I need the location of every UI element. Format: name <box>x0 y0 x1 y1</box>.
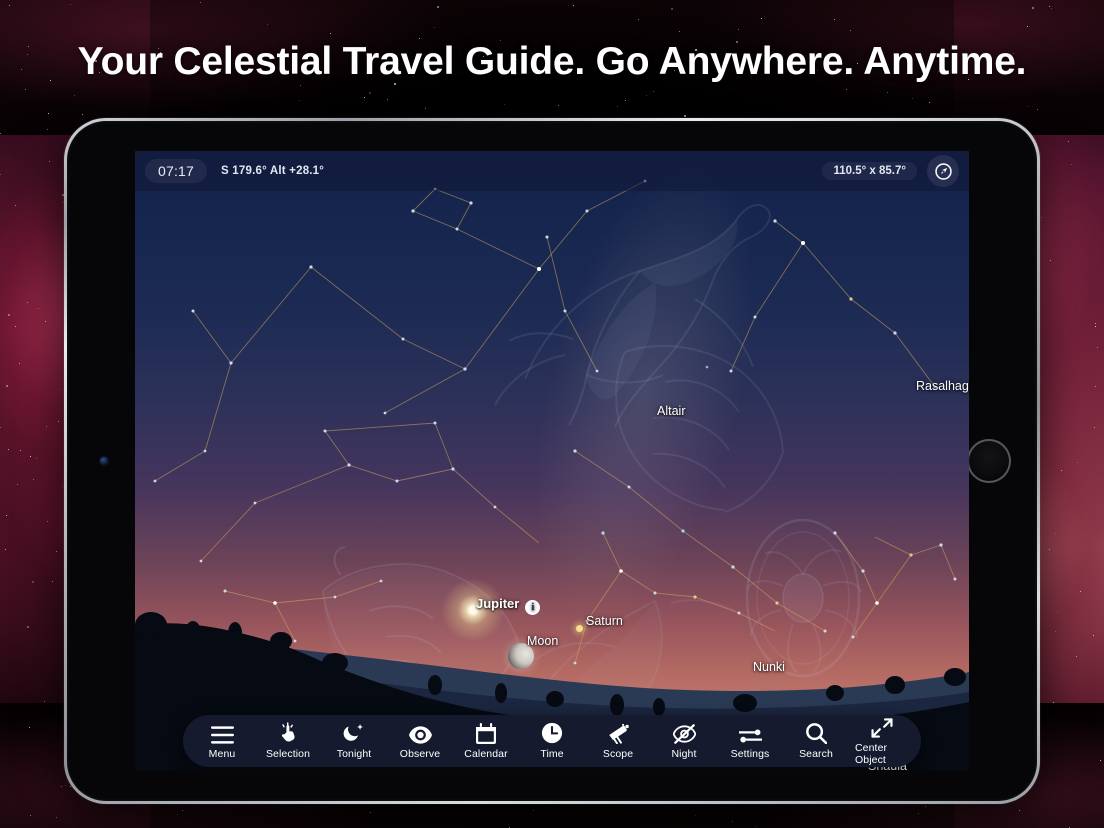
toolbar-item-search[interactable]: Search <box>783 722 849 760</box>
toolbar-item-selection[interactable]: Selection <box>255 722 321 760</box>
toolbar-item-calendar[interactable]: Calendar <box>453 722 519 760</box>
toolbar-item-center-object[interactable]: Center Object <box>849 716 915 766</box>
toolbar-item-label: Menu <box>209 748 236 760</box>
tablet-device: 07:17 S 179.6° Alt +28.1° 110.5° x 85.7°… <box>64 118 1040 804</box>
toolbar-item-time[interactable]: Time <box>519 722 585 760</box>
toolbar-item-label: Search <box>799 748 833 760</box>
sky-label-jupiter[interactable]: Jupiter i <box>476 596 540 615</box>
compass-needle-icon[interactable] <box>927 155 959 187</box>
eye-slash-icon <box>673 722 696 744</box>
center-arrows-icon <box>871 716 893 738</box>
magnifier-icon <box>806 722 827 744</box>
toolbar-item-tonight[interactable]: Tonight <box>321 722 387 760</box>
toolbar-item-label: Selection <box>266 748 310 760</box>
telescope-icon <box>607 722 630 744</box>
time-display[interactable]: 07:17 <box>145 159 207 183</box>
app-screen[interactable]: 07:17 S 179.6° Alt +28.1° 110.5° x 85.7°… <box>135 151 969 771</box>
app-toolbar: Menu Selection Tonight Observe Calendar Time S… <box>183 715 921 767</box>
constellation-art-pegasus <box>465 179 825 469</box>
moon-star-icon <box>343 722 365 744</box>
toolbar-item-label: Time <box>540 748 563 760</box>
sky-label-rasalhague[interactable]: Rasalhague <box>916 379 969 393</box>
poster: Your Celestial Travel Guide. Go Anywhere… <box>0 0 1104 828</box>
pointing-hand-icon <box>277 722 299 744</box>
toolbar-item-menu[interactable]: Menu <box>189 722 255 760</box>
sky-label-text: Altair <box>657 404 685 418</box>
info-icon[interactable]: i <box>525 600 540 615</box>
clock-icon <box>541 722 563 744</box>
sky-label-text: Nunki <box>753 660 785 674</box>
toolbar-item-label: Center Object <box>855 742 909 766</box>
toolbar-item-scope[interactable]: Scope <box>585 722 651 760</box>
toolbar-item-settings[interactable]: Settings <box>717 722 783 760</box>
page-headline: Your Celestial Travel Guide. Go Anywhere… <box>0 40 1104 84</box>
toolbar-item-label: Tonight <box>337 748 372 760</box>
field-of-view-readout: 110.5° x 85.7° <box>822 162 917 180</box>
sky-label-text: Saturn <box>586 614 623 628</box>
toolbar-item-label: Calendar <box>464 748 507 760</box>
app-status-bar: 07:17 S 179.6° Alt +28.1° 110.5° x 85.7° <box>135 151 969 191</box>
sky-label-altair[interactable]: Altair <box>657 404 685 418</box>
toolbar-item-label: Night <box>671 748 696 760</box>
sky-label-saturn[interactable]: Saturn <box>586 614 623 628</box>
sky-label-text: Jupiter <box>476 596 519 611</box>
toolbar-item-label: Settings <box>731 748 770 760</box>
toolbar-item-observe[interactable]: Observe <box>387 722 453 760</box>
hamburger-icon <box>211 722 234 744</box>
calendar-icon <box>476 722 496 744</box>
front-camera-icon <box>100 457 108 465</box>
coordinates-readout: S 179.6° Alt +28.1° <box>221 165 324 177</box>
sky-label-nunki[interactable]: Nunki <box>753 660 785 674</box>
eye-icon <box>409 722 432 744</box>
sky-label-text: Rasalhague <box>916 379 969 393</box>
toolbar-item-label: Scope <box>603 748 633 760</box>
home-button[interactable] <box>967 439 1011 483</box>
tablet-bezel: 07:17 S 179.6° Alt +28.1° 110.5° x 85.7°… <box>67 121 1037 801</box>
toolbar-item-night[interactable]: Night <box>651 722 717 760</box>
toolbar-item-label: Observe <box>400 748 440 760</box>
sky-label-moon[interactable]: Moon <box>527 634 558 648</box>
sky-label-text: Moon <box>527 634 558 648</box>
sliders-icon <box>739 722 762 744</box>
constellation-art-aquila <box>605 326 835 576</box>
